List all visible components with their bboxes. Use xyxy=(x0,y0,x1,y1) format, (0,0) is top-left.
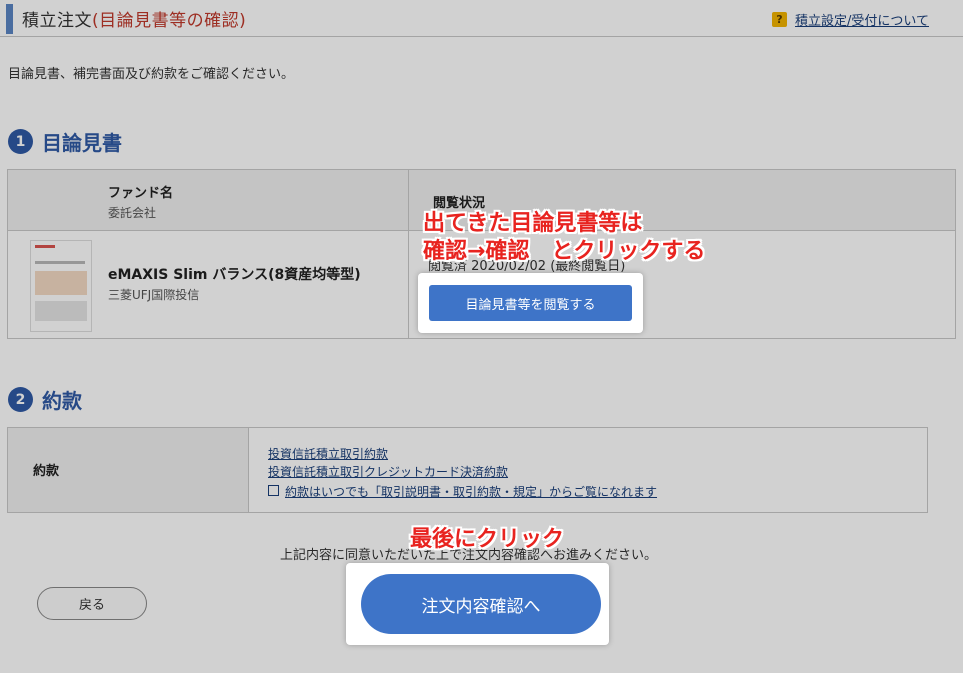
column-header-company: 委託会社 xyxy=(108,206,157,220)
prospectus-thumbnail xyxy=(30,240,92,332)
help-question-icon: ? xyxy=(772,12,787,27)
annotation-line-2: 確認→確認 とクリックする xyxy=(423,239,706,264)
section-1-number: 1 xyxy=(8,129,33,154)
intro-text: 目論見書、補完書面及び約款をご確認ください。 xyxy=(8,67,295,82)
terms-link-trust[interactable]: 投資信託積立取引約款 xyxy=(268,445,388,462)
terms-link-credit[interactable]: 投資信託積立取引クレジットカード決済約款 xyxy=(268,463,508,480)
view-prospectus-button[interactable]: 目論見書等を閲覧する xyxy=(429,285,632,321)
terms-link-docs[interactable]: 約款はいつでも「取引説明書・取引約款・規定」からご覧になれます xyxy=(285,485,657,499)
terms-link-row-docs: 約款はいつでも「取引説明書・取引約款・規定」からご覧になれます xyxy=(268,481,657,500)
annotation-bottom: 最後にクリック xyxy=(410,527,565,552)
section-1-title: 目論見書 xyxy=(42,131,122,155)
external-window-icon xyxy=(268,485,279,496)
confirm-order-button[interactable]: 注文内容確認へ xyxy=(361,574,601,634)
page-title-prefix: 積立注文 xyxy=(22,11,92,31)
fund-name: eMAXIS Slim バランス(8資産均等型) xyxy=(108,267,361,283)
page-title-accent: (目論見書等の確認) xyxy=(92,11,247,31)
header-divider xyxy=(0,36,963,37)
help-link[interactable]: 積立設定/受付について xyxy=(795,10,929,29)
column-divider xyxy=(408,170,409,338)
help-link-group[interactable]: ? 積立設定/受付について xyxy=(772,10,929,29)
terms-label-cell: 約款 xyxy=(8,428,249,512)
page-title: 積立注文(目論見書等の確認) xyxy=(22,6,246,31)
fund-company: 三菱UFJ国際投信 xyxy=(108,288,200,302)
terms-table: 約款 投資信託積立取引約款 投資信託積立取引クレジットカード決済約款 約款はいつ… xyxy=(7,427,928,513)
column-header-fund: ファンド名 xyxy=(108,186,174,201)
section-2-number: 2 xyxy=(8,387,33,412)
title-accent-bar xyxy=(6,4,13,34)
section-2-heading: 2 約款 xyxy=(8,385,82,414)
terms-label: 約款 xyxy=(33,464,60,479)
back-button[interactable]: 戻る xyxy=(37,587,147,620)
section-2-title: 約款 xyxy=(42,389,82,413)
section-1-heading: 1 目論見書 xyxy=(8,127,122,156)
